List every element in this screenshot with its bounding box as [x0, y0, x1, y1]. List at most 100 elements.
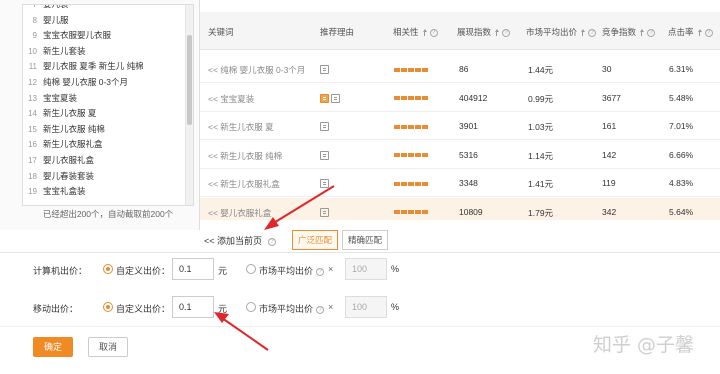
keyword-list-item-number: 18 [28, 171, 37, 181]
document-reason-icon [320, 122, 329, 132]
cell-relevance [394, 150, 428, 160]
relevance-bar [394, 153, 428, 158]
keyword-list-item-text: 婴儿春装套装 [43, 170, 95, 181]
cell-ctr: 5.48% [669, 92, 694, 103]
keyword-list-item-number: 19 [28, 187, 37, 197]
cell-avg-bid: 1.41元 [528, 179, 554, 189]
cell-relevance [394, 178, 428, 188]
mobile-times-sign: × [328, 302, 334, 312]
add-current-page-link[interactable]: << 添加当前页? [204, 234, 277, 247]
cell-competition: 342 [602, 206, 617, 217]
cell-avg-bid: 1.44元 [528, 65, 554, 75]
keyword-list-item[interactable]: 18 婴儿春装套装 [23, 169, 193, 185]
keyword-list-item-number: 15 [28, 124, 37, 134]
sort-icon[interactable] [494, 29, 500, 36]
pc-custom-bid-label: 自定义出价： [116, 266, 171, 276]
help-icon[interactable]: ? [647, 28, 656, 37]
help-icon[interactable]: ? [704, 28, 713, 37]
pc-bid-unit: 元 [218, 266, 228, 276]
table-row[interactable]: << 新生儿衣服礼盒 3348 1.41元 119 4.83% [200, 169, 720, 197]
keyword-list-item[interactable]: 8 婴儿服 [23, 13, 193, 29]
sort-icon[interactable] [639, 29, 645, 36]
table-row[interactable]: << 新生儿衣服 纯棉 5316 1.14元 142 6.66% [200, 141, 720, 169]
keyword-list-item[interactable]: 14 新生儿衣服 夏 [23, 106, 193, 122]
add-keyword-link[interactable]: << 新生儿衣服 纯棉 [208, 150, 282, 162]
keyword-list-item-number: 7 [32, 4, 37, 9]
sort-icon[interactable] [580, 29, 586, 36]
header-reason: 推荐理由 [320, 27, 355, 37]
cell-relevance [394, 64, 428, 74]
keyword-list-item[interactable]: 11 婴儿衣服 夏季 新生儿 纯棉 [23, 59, 193, 75]
pc-market-bid-radio[interactable] [246, 264, 256, 274]
keyword-list-item-text: 宝宝夏装 [43, 92, 78, 103]
table-row[interactable]: << 纯棉 婴儿衣服 0-3个月 86 1.44元 30 6.31% [200, 55, 720, 83]
help-icon[interactable]: ? [268, 237, 277, 246]
cell-reason [320, 121, 331, 132]
keyword-list-item[interactable]: 13 宝宝夏装 [23, 91, 193, 107]
header-avg-bid[interactable]: 市场平均出价? [526, 26, 597, 38]
mobile-custom-bid-input[interactable]: 0.1 [172, 296, 214, 318]
keyword-list-item[interactable]: 16 新生儿衣服礼盒 [23, 137, 193, 153]
cell-competition: 142 [602, 149, 617, 160]
mobile-market-bid-radio[interactable] [246, 302, 256, 312]
cell-ctr: 6.31% [669, 64, 694, 74]
table-row[interactable]: << 新生儿衣服 夏 3901 1.03元 161 7.01% [200, 112, 720, 140]
help-icon[interactable]: ? [429, 28, 438, 37]
recommend-keyword-table: 关键词 推荐理由 相关性? 展现指数? 市场平均出价? 竞争指数? 点击率? <… [200, 0, 720, 220]
table-header: 关键词 推荐理由 相关性? 展现指数? 市场平均出价? 竞争指数? 点击率? [200, 12, 720, 50]
document-reason-icon [331, 93, 340, 103]
cell-impressions: 5316 [459, 149, 478, 160]
keyword-list[interactable]: 7 婴儿装 8 婴儿服 9 宝宝衣服婴儿衣服 10 新生儿套装 11 婴儿衣服 夏季 新生儿 纯棉… [22, 4, 194, 206]
keyword-list-item[interactable]: 12 纯棉 婴儿衣服 0-3个月 [23, 75, 193, 91]
keyword-list-item[interactable]: 17 婴儿衣服礼盒 [23, 153, 193, 169]
keyword-list-item[interactable]: 7 婴儿装 [23, 4, 193, 13]
header-impressions[interactable]: 展现指数? [457, 26, 511, 38]
pc-custom-bid-radio[interactable] [103, 264, 113, 274]
cell-competition: 119 [602, 178, 616, 188]
cell-ctr: 6.66% [669, 149, 694, 160]
keyword-list-item-text: 婴儿服 [43, 14, 69, 25]
keyword-list-item-text: 婴儿装 [43, 4, 69, 9]
pc-percent-sign: % [391, 264, 400, 274]
header-competition[interactable]: 竞争指数? [602, 26, 656, 38]
keyword-list-item[interactable]: 9 宝宝衣服婴儿衣服 [23, 28, 193, 44]
mobile-percent-input[interactable]: 100 [345, 296, 387, 318]
cell-reason [320, 64, 331, 75]
pc-percent-input[interactable]: 100 [345, 258, 387, 280]
header-relevance[interactable]: 相关性? [393, 26, 438, 38]
cell-impressions: 404912 [459, 92, 488, 103]
keyword-list-item[interactable]: 15 新生儿衣服 纯棉 [23, 122, 193, 138]
pc-bid-row: 计算机出价： 自定义出价： 0.1 元 市场平均出价? × 100 % [0, 256, 720, 282]
scrollbar-thumb[interactable] [187, 35, 192, 125]
confirm-button[interactable]: 确定 [33, 337, 73, 357]
overflow-note: 已经超出200个，自动截取前200个 [42, 209, 174, 219]
help-icon[interactable]: ? [316, 305, 325, 314]
table-row[interactable]: << 婴儿衣服礼盒 10809 1.79元 342 5.64% [200, 197, 720, 220]
help-icon[interactable]: ? [588, 28, 597, 37]
keyword-list-item[interactable]: 10 新生儿套装 [23, 44, 193, 60]
help-icon[interactable]: ? [502, 28, 511, 37]
keyword-list-item-text: 新生儿衣服礼盒 [43, 139, 103, 150]
pc-custom-bid-input[interactable]: 0.1 [172, 258, 214, 280]
header-ctr[interactable]: 点击率? [668, 26, 713, 38]
keyword-list-scrollbar[interactable] [185, 5, 193, 205]
sort-icon[interactable] [697, 29, 702, 36]
add-keyword-link[interactable]: << 新生儿衣服礼盒 [208, 178, 280, 190]
add-keyword-link[interactable]: << 新生儿衣服 夏 [208, 121, 274, 133]
keyword-list-item-number: 13 [28, 93, 37, 103]
keyword-list-item[interactable]: 19 宝宝礼盒装 [23, 184, 193, 200]
table-row[interactable]: << 宝宝夏装 404912 0.99元 3677 5.48% [200, 84, 720, 112]
mobile-percent-sign: % [391, 302, 400, 312]
cancel-button[interactable]: 取消 [88, 337, 128, 357]
broad-match-button[interactable]: 广泛匹配 [292, 230, 339, 250]
add-keyword-link[interactable]: << 婴儿衣服礼盒 [208, 207, 271, 219]
mobile-custom-bid-radio[interactable] [103, 302, 113, 312]
add-keyword-link[interactable]: << 纯棉 婴儿衣服 0-3个月 [208, 64, 305, 76]
cell-impressions: 3901 [459, 121, 478, 131]
mobile-bid-unit: 元 [218, 304, 228, 314]
cell-reason [320, 178, 331, 189]
add-keyword-link[interactable]: << 宝宝夏装 [208, 93, 254, 105]
exact-match-button[interactable]: 精确匹配 [342, 230, 389, 250]
sort-icon[interactable] [422, 29, 427, 36]
help-icon[interactable]: ? [316, 267, 325, 276]
